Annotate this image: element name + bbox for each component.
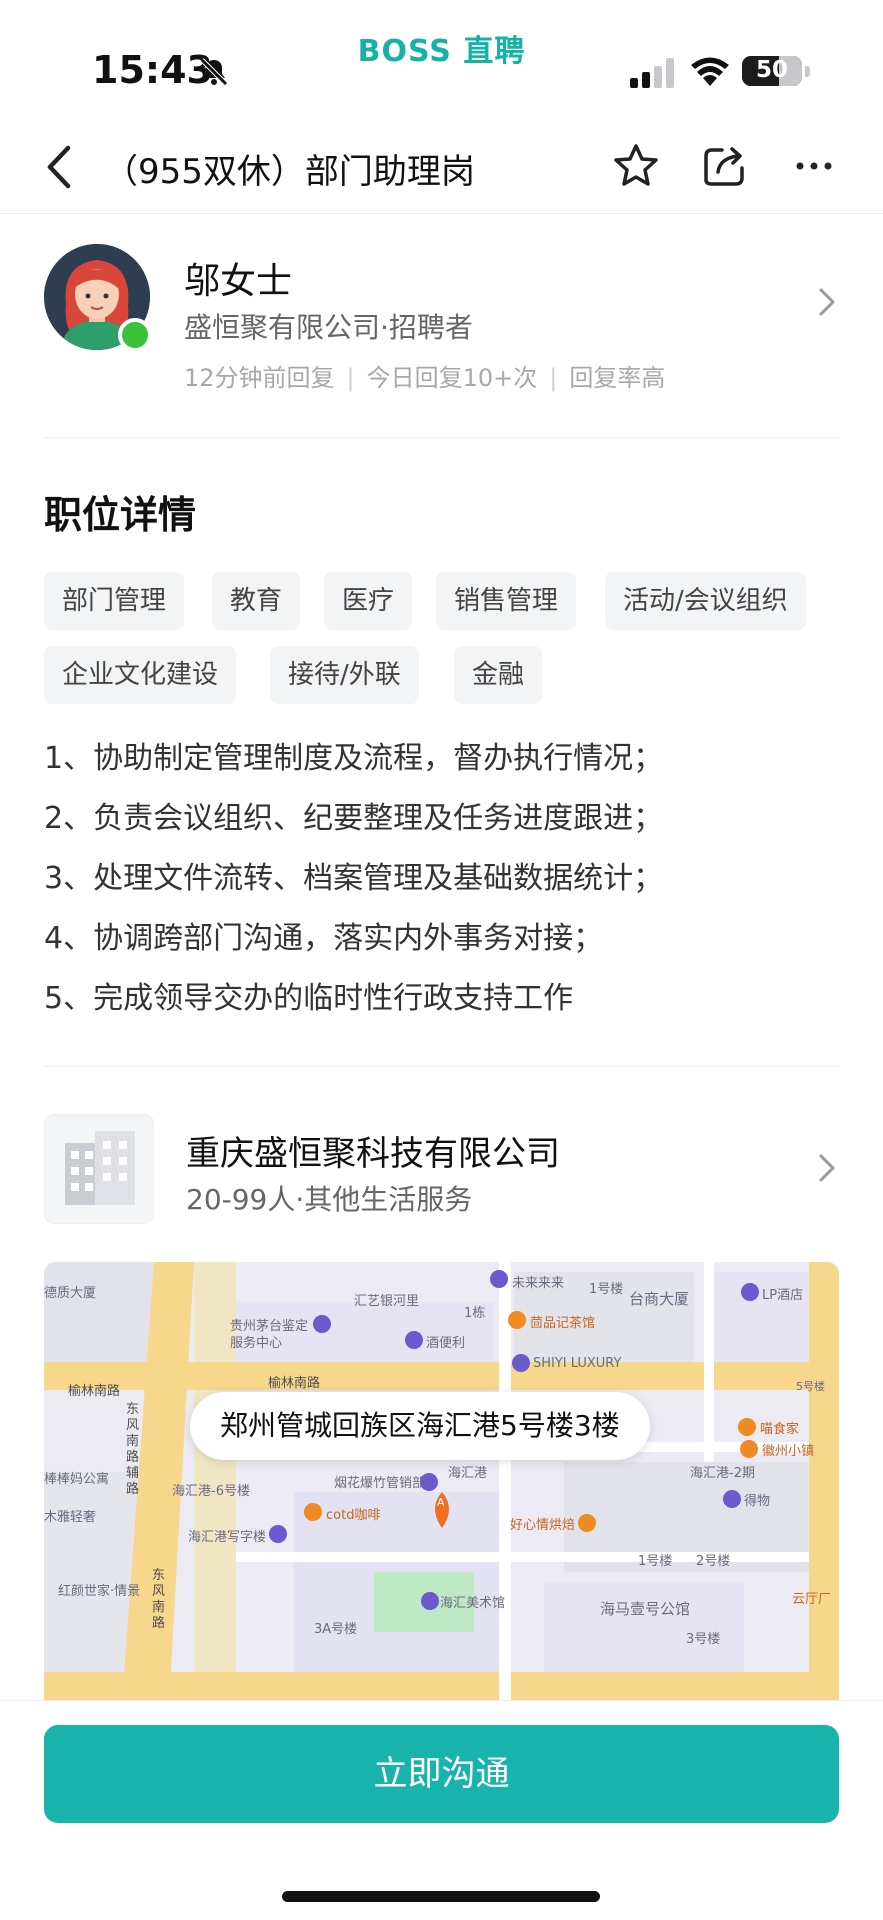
description-line: 2、负责会议组织、纪要整理及任务进度跟进； <box>44 801 664 836</box>
map-label: LP酒店 <box>762 1288 804 1303</box>
recruiter-company: 盛恒聚有限公司·招聘者 <box>184 311 473 344</box>
description-line: 1、协助制定管理制度及流程，督办执行情况； <box>44 741 664 776</box>
map-label: 海马壹号公馆 <box>600 1600 691 1618</box>
map-label: 1号楼 <box>638 1554 673 1569</box>
chevron-right-icon[interactable] <box>815 1150 839 1186</box>
map-label: 3A号楼 <box>314 1622 358 1637</box>
map-label: 5号楼 <box>796 1380 825 1393</box>
job-details-title: 职位详情 <box>44 493 197 537</box>
job-tag: 金融 <box>454 646 543 704</box>
share-icon[interactable] <box>700 142 748 190</box>
map-label: cotd咖啡 <box>326 1508 381 1523</box>
building-icon <box>65 1131 135 1205</box>
location-map[interactable]: 德质大厦 汇艺银河里 未来来来 1号楼 台商大厦 LP酒店 贵州茅台鉴定服务中心… <box>44 1262 839 1702</box>
map-label: 海汇港-6号楼 <box>172 1484 250 1499</box>
bell-off-icon <box>200 58 228 86</box>
map-label: 东风南路 <box>152 1568 166 1631</box>
map-label: 云厅厂 <box>792 1592 832 1607</box>
online-status-dot <box>118 318 152 352</box>
chevron-right-icon[interactable] <box>815 284 839 320</box>
chat-now-button[interactable]: 立即沟通 <box>44 1725 839 1823</box>
map-label: SHIYI LUXURY <box>533 1356 622 1371</box>
star-icon[interactable] <box>612 142 660 190</box>
map-label: 棒棒妈公寓 <box>44 1472 110 1487</box>
battery-percent: 50 <box>755 57 788 83</box>
map-label: 茴品记茶馆 <box>530 1316 596 1331</box>
map-label: 贵州茅台鉴定服务中心 <box>230 1319 309 1351</box>
description-line: 5、完成领导交办的临时性行政支持工作 <box>44 981 574 1016</box>
recruiter-card[interactable]: 邬女士 盛恒聚有限公司·招聘者 12分钟前回复 | 今日回复10+次 | 回复率高 <box>44 214 839 438</box>
map-label: 海汇港写字楼 <box>188 1530 267 1545</box>
job-tag: 医疗 <box>324 572 413 630</box>
job-tag: 教育 <box>212 572 301 630</box>
reply-count: 今日回复10+次 <box>366 364 538 392</box>
map-label: 红颜世家·情景 <box>58 1584 141 1599</box>
job-tag: 活动/会议组织 <box>605 572 806 630</box>
battery-indicator: 50 <box>742 56 802 86</box>
company-info: 20-99人·其他生活服务 <box>186 1183 473 1216</box>
map-label: 海汇港 <box>448 1466 488 1481</box>
bottom-action-bar: 立即沟通 <box>0 1700 883 1920</box>
map-label: 木雅轻奢 <box>44 1510 97 1525</box>
location-pin-icon: A <box>437 1496 445 1509</box>
wifi-icon <box>691 57 729 86</box>
map-label: 2号楼 <box>696 1554 731 1569</box>
home-indicator[interactable] <box>282 1891 600 1902</box>
description-line: 3、处理文件流转、档案管理及基础数据统计； <box>44 861 664 896</box>
job-tag: 企业文化建设 <box>44 646 237 704</box>
map-label: 台商大厦 <box>629 1290 690 1308</box>
job-tag: 部门管理 <box>44 572 185 630</box>
job-description: 1、协助制定管理制度及流程，督办执行情况； 2、负责会议组织、纪要整理及任务进度… <box>44 734 844 1034</box>
back-icon[interactable] <box>40 142 80 192</box>
map-label: 榆林南路 <box>268 1376 321 1391</box>
page-title: （955双休）部门助理岗 <box>104 152 475 192</box>
map-label: 1栋 <box>464 1306 486 1321</box>
map-label: 得物 <box>744 1494 771 1509</box>
battery-cap <box>805 66 810 77</box>
map-label: 榆林南路 <box>68 1384 121 1399</box>
section-divider <box>44 1066 839 1067</box>
map-label: 海汇美术馆 <box>440 1596 506 1611</box>
company-name[interactable]: 重庆盛恒聚科技有限公司 <box>186 1126 560 1175</box>
reply-time: 12分钟前回复 <box>184 364 335 392</box>
map-label: 东风南路辅路 <box>126 1402 140 1497</box>
recruiter-stats: 12分钟前回复 | 今日回复10+次 | 回复率高 <box>184 364 666 392</box>
reply-rate: 回复率高 <box>569 364 666 392</box>
company-logo[interactable] <box>44 1114 154 1224</box>
signal-icon <box>630 58 674 88</box>
map-label: 酒便利 <box>426 1336 466 1351</box>
more-icon[interactable] <box>790 142 838 190</box>
recruiter-name: 邬女士 <box>184 261 293 302</box>
map-label: 好心情烘焙 <box>510 1518 576 1533</box>
map-label: 1号楼 <box>589 1282 624 1297</box>
map-label: 德质大厦 <box>44 1286 97 1301</box>
nav-bar: （955双休）部门助理岗 <box>0 120 883 214</box>
job-tag: 接待/外联 <box>270 646 419 704</box>
job-tag: 销售管理 <box>436 572 577 630</box>
map-label: 海汇港-2期 <box>690 1466 755 1481</box>
status-bar: BOSS 直聘 15:43 50 <box>0 0 883 120</box>
map-label: 喵食家 <box>760 1422 800 1437</box>
map-label: 烟花爆竹管销部 <box>334 1476 426 1491</box>
map-label: 未来来来 <box>512 1276 565 1291</box>
status-time: 15:43 <box>92 48 213 92</box>
address-pill[interactable]: 郑州管城回族区海汇港5号楼3楼 <box>190 1392 650 1460</box>
description-line: 4、协调跨部门沟通，落实内外事务对接； <box>44 921 604 956</box>
map-label: 3号楼 <box>686 1632 721 1647</box>
map-label: 汇艺银河里 <box>354 1294 420 1309</box>
map-label: 徽州小镇 <box>762 1444 815 1459</box>
